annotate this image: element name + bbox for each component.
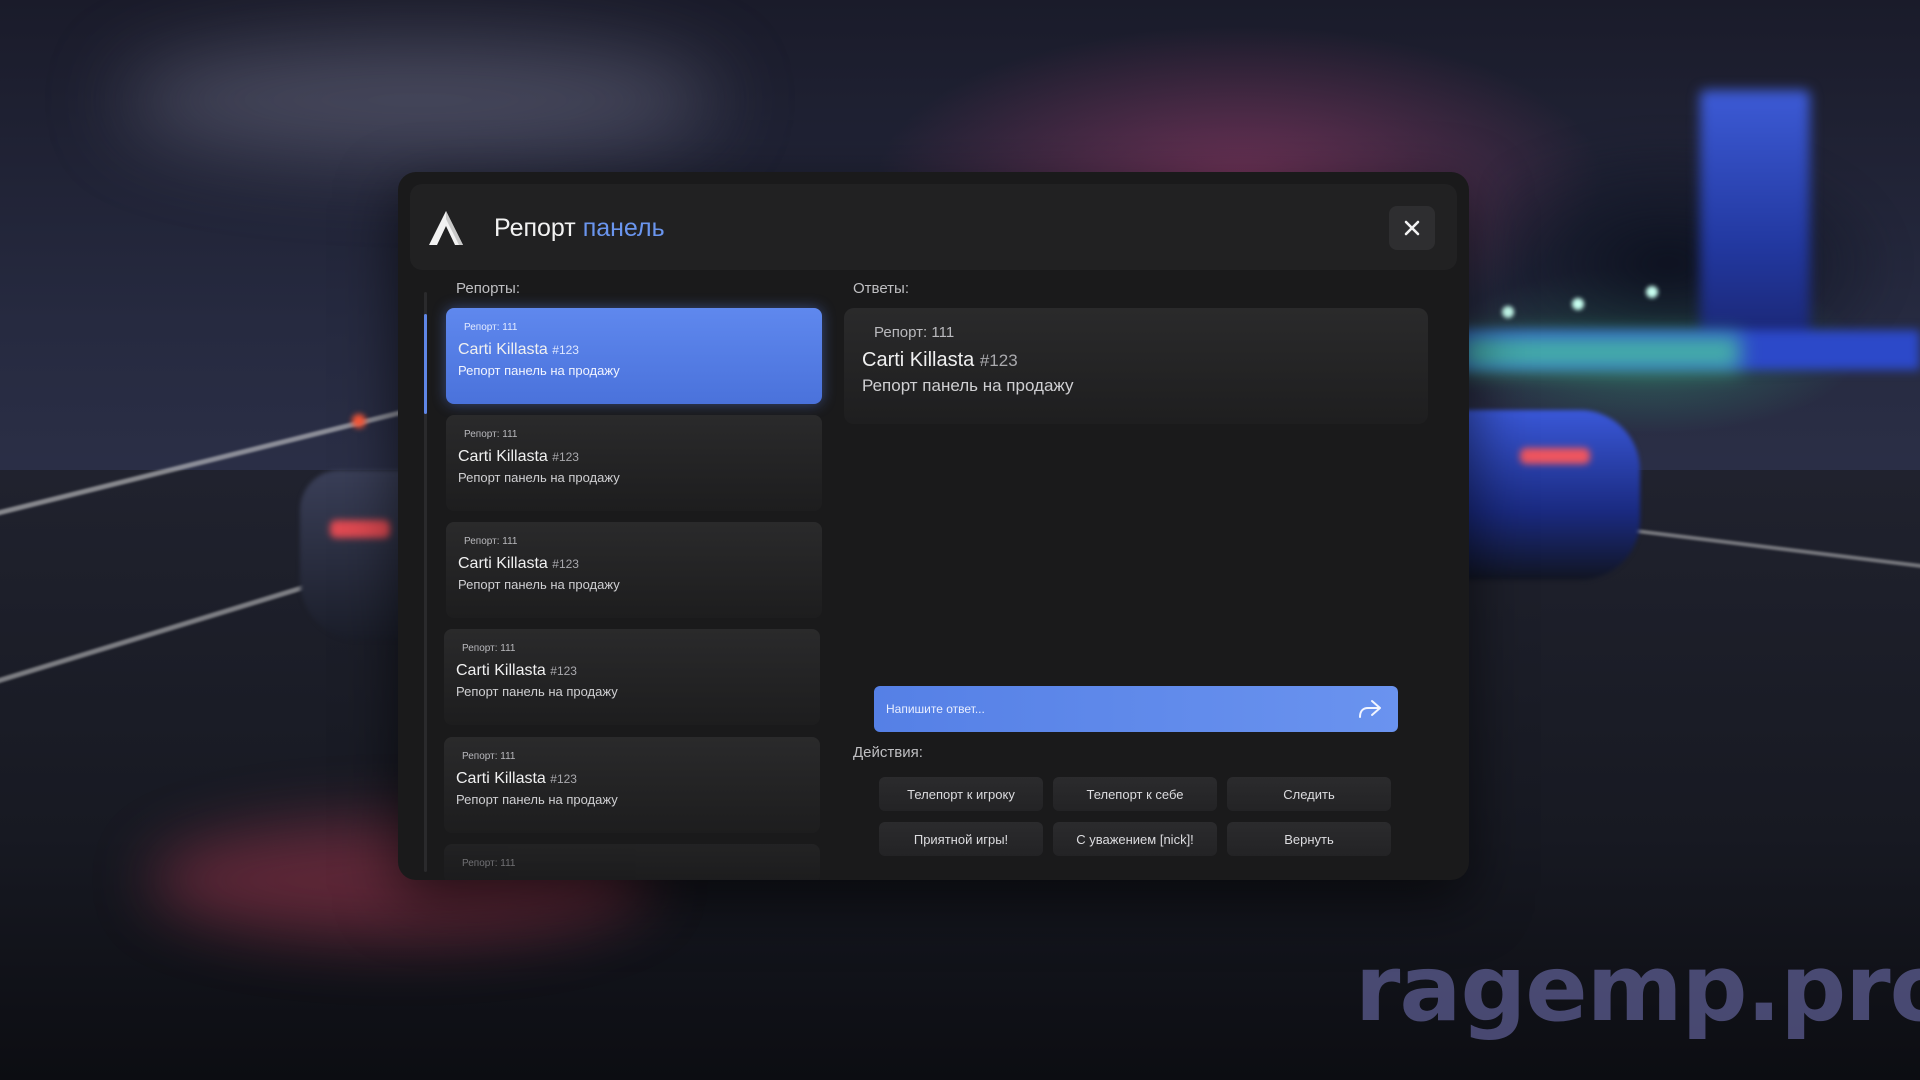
player-tag: #123 [552,557,579,571]
player-name: Carti Killasta [458,448,548,465]
answer-player: Carti Killasta #123 [862,349,1410,372]
report-description: Репорт панель на продажу [458,577,620,592]
title-main: Репорт [494,214,576,242]
player-name: Carti Killasta [458,341,548,358]
player-name: Carti Killasta [458,555,548,572]
traffic-light [352,414,366,428]
reply-box [874,686,1398,732]
report-player: Carti Killasta #123 [458,341,810,359]
report-number: Репорт: 111 [462,643,516,654]
send-arrow-icon[interactable] [1358,698,1382,720]
player-tag: #123 [550,772,577,786]
close-button[interactable] [1389,206,1435,250]
player-name: Carti Killasta [456,662,546,679]
reply-input[interactable] [874,686,1344,732]
reports-scrollbar-thumb[interactable] [424,314,427,414]
report-item[interactable]: Репорт: 111 Carti Killasta #123 Репорт п… [446,415,822,511]
report-item[interactable]: Репорт: 111 Carti Killasta #123 Репорт п… [446,308,822,404]
report-item[interactable]: Репорт: 111 Carti Killasta #123 Репорт п… [444,629,820,725]
triangle-a-logo-icon [429,211,463,245]
panel-header: Репорт панель [410,184,1457,270]
report-item[interactable]: Репорт: 111 Carti Killasta #123 Репорт п… [444,737,820,833]
street-lamp [1646,286,1658,298]
teleport-to-self-button[interactable]: Телепорт к себе [1053,777,1217,811]
player-tag: #123 [550,664,577,678]
report-number: Репорт: 111 [462,858,516,869]
watermark: ragemp.pro [1355,935,1920,1042]
report-description: Репорт панель на продажу [458,470,620,485]
have-fun-button[interactable]: Приятной игры! [879,822,1043,856]
title-accent: панель [582,214,665,242]
report-player: Carti Killasta #123 [458,555,810,573]
report-player: Carti Killasta #123 [456,770,808,788]
answer-card: Репорт: 111 Carti Killasta #123 Репорт п… [844,308,1428,424]
close-icon [1404,220,1420,236]
player-tag: #123 [979,351,1018,370]
report-number: Репорт: 111 [464,322,518,333]
gas-station-sign [1700,90,1810,350]
report-number: Репорт: 111 [464,429,518,440]
tail-light [1520,448,1590,464]
report-description: Репорт панель на продажу [456,684,618,699]
report-description: Репорт панель на продажу [456,792,618,807]
report-player: Carti Killasta #123 [456,662,808,680]
teleport-to-player-button[interactable]: Телепорт к игроку [879,777,1043,811]
sky-glow [120,40,720,160]
report-description: Репорт панель на продажу [458,363,620,378]
report-player: Carti Killasta #123 [458,448,810,466]
street-lamp [1572,298,1584,310]
report-number: Репорт: 111 [462,751,516,762]
station-light-strip [1460,335,1740,370]
answer-report-number: Репорт: 111 [874,324,955,341]
report-number: Репорт: 111 [464,536,518,547]
answers-label: Ответы: [853,280,910,297]
report-item[interactable]: Репорт: 111 Carti Killasta #123 Репорт п… [446,522,822,618]
player-name: Carti Killasta [862,349,975,371]
report-panel: Репорт панель Репорты: Ответы: Репорт: 1… [398,172,1469,880]
reports-label: Репорты: [456,280,520,297]
tail-light [330,520,390,538]
report-item[interactable]: Репорт: 111 [444,844,820,880]
return-button[interactable]: Вернуть [1227,822,1391,856]
player-name: Carti Killasta [456,770,546,787]
car-right [1460,410,1640,580]
street-lamp [1502,306,1514,318]
spectate-button[interactable]: Следить [1227,777,1391,811]
actions-label: Действия: [853,744,923,761]
regards-button[interactable]: С уважением [nick]! [1053,822,1217,856]
player-tag: #123 [552,450,579,464]
page-title: Репорт панель [494,214,665,243]
answer-description: Репорт панель на продажу [862,376,1074,395]
player-tag: #123 [552,343,579,357]
